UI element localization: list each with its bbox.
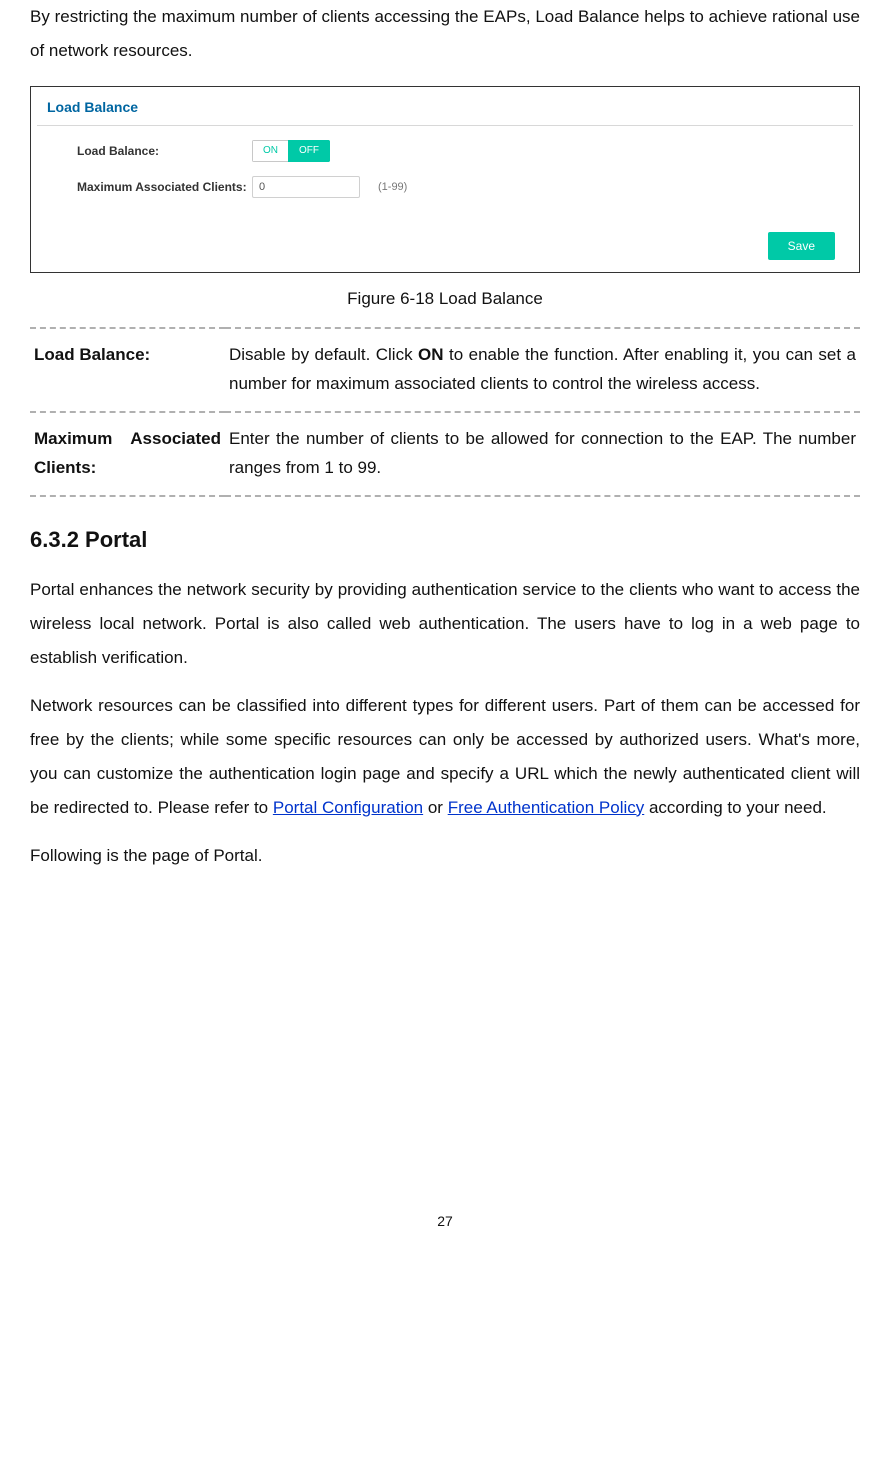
portal-paragraph-3: Following is the page of Portal. (30, 839, 860, 873)
definition-table: Load Balance: Disable by default. Click … (30, 327, 860, 497)
link-free-auth-policy[interactable]: Free Authentication Policy (448, 798, 645, 817)
save-button[interactable]: Save (768, 232, 835, 260)
desc-max-clients: Enter the number of clients to be allowe… (225, 412, 860, 496)
section-heading-portal: 6.3.2 Portal (30, 527, 860, 553)
max-clients-input[interactable] (252, 176, 360, 198)
load-balance-label: Load Balance: (77, 144, 252, 158)
table-row: Load Balance: Disable by default. Click … (30, 328, 860, 412)
max-clients-label: Maximum Associated Clients: (77, 180, 252, 194)
panel-title: Load Balance (37, 93, 853, 126)
page-number: 27 (30, 1213, 860, 1229)
figure-caption: Figure 6-18 Load Balance (30, 289, 860, 309)
load-balance-toggle[interactable]: ON OFF (252, 140, 330, 162)
term-max-clients: Maximum Associated Clients: (30, 412, 225, 496)
term-load-balance: Load Balance: (30, 328, 225, 412)
link-portal-configuration[interactable]: Portal Configuration (273, 798, 423, 817)
range-hint: (1-99) (378, 181, 407, 193)
intro-text: By restricting the maximum number of cli… (30, 0, 860, 68)
panel-body: Load Balance: ON OFF Maximum Associated … (37, 126, 853, 232)
portal-paragraph-1: Portal enhances the network security by … (30, 573, 860, 675)
load-balance-row: Load Balance: ON OFF (77, 140, 843, 162)
portal-paragraph-2: Network resources can be classified into… (30, 689, 860, 825)
panel-footer: Save (37, 232, 853, 266)
desc-load-balance: Disable by default. Click ON to enable t… (225, 328, 860, 412)
load-balance-panel: Load Balance Load Balance: ON OFF Maximu… (30, 86, 860, 273)
max-clients-row: Maximum Associated Clients: (1-99) (77, 176, 843, 198)
toggle-on[interactable]: ON (252, 140, 288, 162)
table-row: Maximum Associated Clients: Enter the nu… (30, 412, 860, 496)
toggle-off[interactable]: OFF (288, 140, 330, 162)
